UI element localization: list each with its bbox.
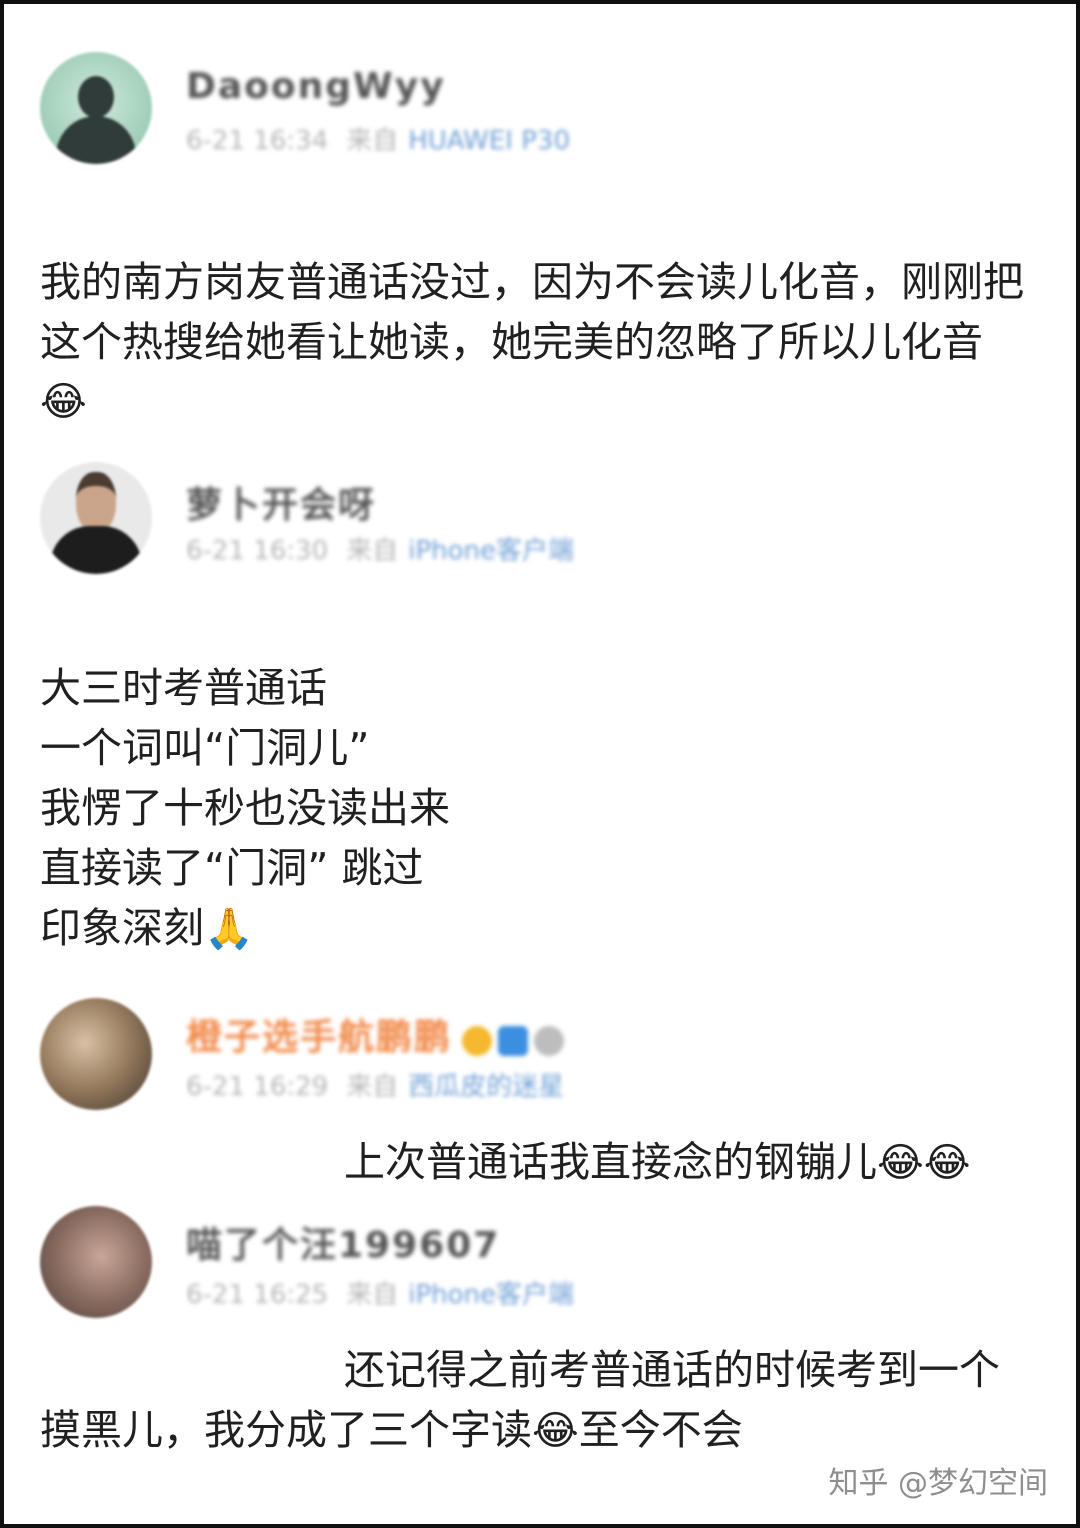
device-link[interactable]: HUAWEI P30	[408, 126, 570, 156]
username[interactable]: DaoongWyy	[186, 66, 446, 107]
comment-meta: 6-21 16:29 来自 西瓜皮的迷星	[186, 1066, 564, 1103]
user-badges	[462, 1019, 570, 1060]
vip-badge-icon	[462, 1025, 493, 1056]
avatar[interactable]	[40, 1206, 152, 1318]
username[interactable]: 喵了个汪199607	[186, 1216, 500, 1268]
comment-line: 直接读了“门洞” 跳过	[40, 844, 424, 892]
comment-meta: 6-21 16:25 来自 iPhone客户端	[186, 1274, 574, 1311]
laughing-crying-emoji-icon: 😂	[532, 1408, 579, 1454]
device-link[interactable]: iPhone客户端	[408, 536, 574, 566]
comment-line: 印象深刻🙏	[40, 898, 450, 959]
device-link[interactable]: 西瓜皮的迷星	[408, 1072, 564, 1102]
comment-meta: 6-21 16:34 来自 HUAWEI P30	[186, 120, 570, 157]
username[interactable]: 橙子选手航鹏鹏	[186, 1008, 570, 1060]
username[interactable]: 萝卜开会呀	[186, 476, 376, 528]
comment-line-wrap: 摸黑儿，我分成了三个字读😂至今不会	[40, 1400, 743, 1461]
comment-line: 至今不会	[578, 1406, 743, 1454]
comment-text: 上次普通话我直接念的钢镚儿😂😂	[344, 1132, 970, 1193]
comment-line: 上次普通话我直接念的钢镚儿	[344, 1138, 877, 1186]
avatar[interactable]	[40, 998, 152, 1110]
verified-badge-icon	[498, 1025, 529, 1056]
comment-meta: 6-21 16:30 来自 iPhone客户端	[186, 530, 574, 567]
comment-line: 一个词叫“门洞儿”	[40, 724, 370, 772]
timestamp: 6-21 16:34	[186, 126, 329, 156]
timestamp: 6-21 16:29	[186, 1072, 329, 1102]
source-label: 来自	[346, 1280, 399, 1310]
comment-line: 大三时考普通话	[40, 664, 327, 712]
laughing-crying-emoji-icon: 😂	[40, 379, 87, 425]
timestamp: 6-21 16:30	[186, 536, 329, 566]
zhihu-watermark: 知乎 @梦幻空间	[828, 1466, 1048, 1501]
avatar[interactable]	[40, 52, 152, 164]
screenshot-frame: DaoongWyy 6-21 16:34 来自 HUAWEI P30 我的南方岗友普…	[0, 0, 1080, 1528]
source-label: 来自	[346, 126, 399, 156]
source-label: 来自	[346, 1072, 399, 1102]
comment-line: 我愣了十秒也没读出来	[40, 784, 450, 832]
comment-text: 大三时考普通话 一个词叫“门洞儿” 我愣了十秒也没读出来 直接读了“门洞” 跳过…	[40, 658, 450, 959]
comment-text: 我的南方岗友普通话没过，因为不会读儿化音，刚刚把 这个热搜给她看让她读，她完美的…	[40, 252, 1024, 432]
source-label: 来自	[346, 536, 399, 566]
laughing-crying-emoji-icon: 😂😂	[877, 1140, 971, 1186]
timestamp: 6-21 16:25	[186, 1280, 329, 1310]
level-badge-icon	[534, 1025, 565, 1056]
comment-line: 我的南方岗友普通话没过，因为不会读儿化音，刚刚把	[40, 258, 1024, 306]
comment-line: 还记得之前考普通话的时候考到一个	[344, 1346, 1000, 1394]
avatar[interactable]	[40, 462, 152, 574]
comment-line: 这个热搜给她看让她读，她完美的忽略了所以儿化音	[40, 318, 983, 366]
username-text: 橙子选手航鹏鹏	[186, 1017, 453, 1058]
pray-hands-emoji-icon: 🙏	[204, 906, 254, 952]
comment-line-text: 印象深刻	[40, 904, 204, 952]
device-link[interactable]: iPhone客户端	[408, 1280, 574, 1310]
comment-line: 摸黑儿，我分成了三个字读	[40, 1406, 532, 1454]
